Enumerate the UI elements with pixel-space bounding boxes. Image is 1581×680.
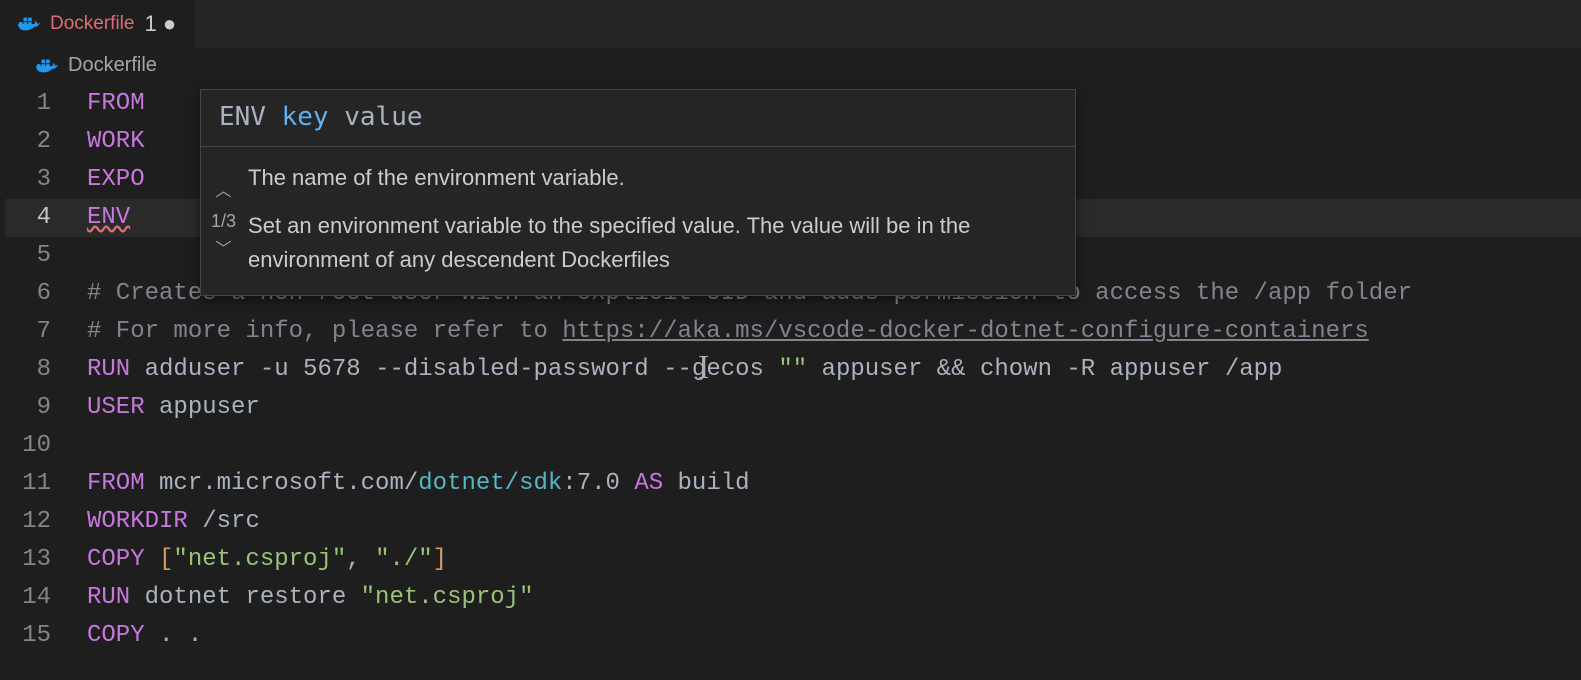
chevron-up-icon[interactable]: ︿ bbox=[216, 184, 232, 200]
tab-bar: Dockerfile 1 ● bbox=[0, 0, 1581, 48]
line-number: 14 bbox=[5, 579, 87, 617]
breadcrumb-file: Dockerfile bbox=[68, 54, 157, 77]
line-number: 10 bbox=[5, 427, 87, 465]
signature-pager: ︿ 1/3 ﹀ bbox=[201, 147, 242, 295]
signature-help-widget: ENV key value ︿ 1/3 ﹀ The name of the en… bbox=[200, 89, 1076, 296]
line-number: 1 bbox=[5, 85, 87, 123]
line-number: 4 bbox=[5, 199, 87, 237]
line-number: 15 bbox=[5, 617, 87, 655]
line-number: 5 bbox=[5, 237, 87, 275]
docker-icon bbox=[36, 57, 58, 75]
line-number: 12 bbox=[5, 503, 87, 541]
signature-text: ENV key value bbox=[201, 90, 1075, 147]
line-number: 11 bbox=[5, 465, 87, 503]
link[interactable]: https://aka.ms/vscode-docker-dotnet-conf… bbox=[562, 318, 1369, 345]
line-number: 3 bbox=[5, 161, 87, 199]
line-number: 2 bbox=[5, 123, 87, 161]
docker-icon bbox=[18, 15, 40, 33]
line-number: 8 bbox=[5, 351, 87, 389]
chevron-down-icon[interactable]: ﹀ bbox=[216, 242, 232, 258]
line-number: 9 bbox=[5, 389, 87, 427]
signature-description: The name of the environment variable. Se… bbox=[242, 147, 1075, 295]
line-number: 13 bbox=[5, 541, 87, 579]
tab-title: Dockerfile bbox=[50, 13, 134, 35]
tab-dockerfile[interactable]: Dockerfile 1 ● bbox=[0, 0, 194, 48]
editor[interactable]: ENV key value ︿ 1/3 ﹀ The name of the en… bbox=[0, 85, 1581, 655]
breadcrumb[interactable]: Dockerfile bbox=[0, 48, 1581, 85]
line-number: 6 bbox=[5, 275, 87, 313]
signature-counter: 1/3 bbox=[211, 202, 236, 240]
line-number: 7 bbox=[5, 313, 87, 351]
